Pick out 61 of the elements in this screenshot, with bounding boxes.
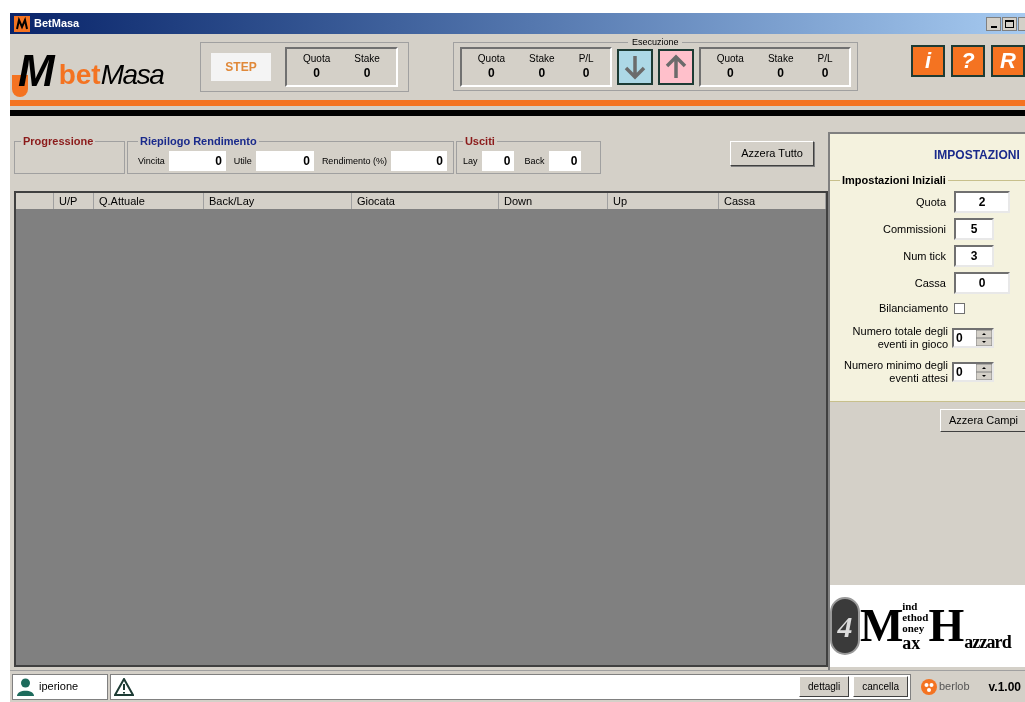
field-label: Quota <box>477 53 506 66</box>
column-header[interactable]: Q.Attuale <box>94 193 204 209</box>
input-field[interactable]: 0 <box>168 151 226 172</box>
input-field[interactable]: 0 <box>255 151 314 172</box>
column-header[interactable]: Back/Lay <box>204 193 352 209</box>
setting-label: Quota <box>916 195 946 209</box>
field-label: Stake <box>767 53 794 66</box>
field-value: 0 <box>313 65 320 81</box>
input-field[interactable]: 0 <box>482 151 515 172</box>
field-label: Utile <box>233 154 252 168</box>
field-value: 0 <box>488 65 495 82</box>
field-label: Stake <box>354 53 380 65</box>
field-value: 0 <box>538 65 546 82</box>
window-title: BetMasa <box>34 16 81 32</box>
setting-label: Numero minimo degli eventi attesi <box>843 358 948 385</box>
field-value: 0 <box>777 65 785 82</box>
status-button[interactable]: dettagli <box>799 676 850 697</box>
field-value: 0 <box>726 65 734 82</box>
status-button[interactable]: cancella <box>853 676 908 697</box>
column-header[interactable]: Down <box>499 193 608 209</box>
input-field[interactable]: 0 <box>390 151 447 172</box>
field-label: Rendimento (%) <box>321 154 387 168</box>
field-label: P/L <box>578 53 594 66</box>
column-header[interactable]: Cassa <box>719 193 826 209</box>
version-label: v.1.00 <box>988 678 1021 696</box>
setting-label: Num tick <box>903 249 946 263</box>
input-field[interactable]: 0 <box>549 151 582 172</box>
step-label: STEP <box>211 53 271 81</box>
reset-all-button[interactable]: Azzera Tutto <box>730 141 814 166</box>
spinner-field[interactable]: 0 <box>952 361 994 382</box>
column-header[interactable]: Giocata <box>352 193 499 209</box>
field-label: Quota <box>716 53 744 66</box>
reset-fields-button[interactable]: Azzera Campi <box>939 409 1025 432</box>
column-header[interactable]: Up <box>608 193 719 209</box>
setting-label: Numero totale degli eventi in gioco <box>851 324 948 351</box>
field-value: 0 <box>582 65 590 82</box>
brand-name: berlob <box>939 679 970 695</box>
setting-label: Cassa <box>914 276 946 290</box>
field-label: P/L <box>817 53 833 66</box>
setting-label: Commissioni <box>883 222 946 236</box>
input-field[interactable]: 3 <box>954 245 994 267</box>
group-title: Progressione <box>22 134 95 149</box>
input-field[interactable]: 2 <box>954 191 1010 213</box>
field-label: Lay <box>462 154 478 168</box>
column-header[interactable]: U/P <box>54 193 94 209</box>
setting-label: Bilanciamento <box>878 302 948 315</box>
field-label: Stake <box>529 53 555 66</box>
field-label: Back <box>524 154 545 168</box>
group-title: Usciti <box>463 134 496 149</box>
spinner-field[interactable]: 0 <box>952 327 994 348</box>
input-field[interactable]: 0 <box>954 272 1010 294</box>
username: iperione <box>39 679 79 695</box>
panel-title: IMPOSTAZIONI <box>933 147 1021 164</box>
field-label: Quota <box>303 53 331 65</box>
field-value: 0 <box>821 65 829 82</box>
field-label: Vincita <box>138 154 165 168</box>
group-title: Riepilogo Rendimento <box>139 134 258 149</box>
field-value: 0 <box>363 65 371 81</box>
input-field[interactable]: 5 <box>954 218 994 240</box>
group-title: Impostazioni Iniziali <box>841 173 947 188</box>
group-title: Esecuzione <box>630 35 680 49</box>
